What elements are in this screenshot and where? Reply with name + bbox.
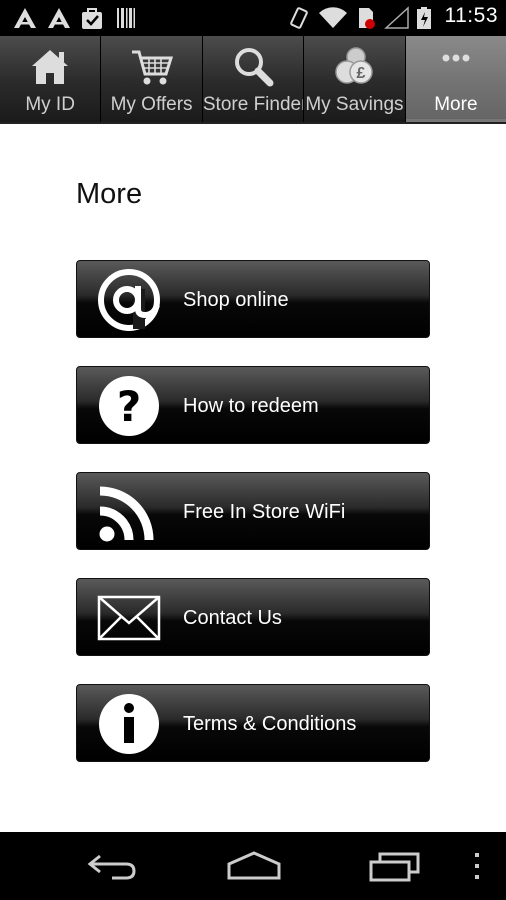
svg-text:£: £ [357, 65, 366, 82]
vibrate-icon [290, 7, 308, 29]
menu-label: Free In Store WiFi [183, 501, 346, 523]
svg-text:?: ? [117, 382, 141, 431]
tab-label: My Savings [305, 94, 404, 115]
how-to-redeem-button[interactable]: ? How to redeem [76, 366, 430, 444]
menu-label: Shop online [183, 289, 289, 311]
tab-label: Store Finder [202, 94, 304, 115]
notification-a-icon [48, 8, 70, 28]
contact-us-button[interactable]: Contact Us [76, 578, 430, 656]
home-nav-icon[interactable] [226, 850, 282, 882]
home-icon [32, 50, 69, 84]
tab-label: My ID [25, 94, 75, 115]
tab-store-finder[interactable]: Store Finder [202, 36, 304, 122]
bag-icon [82, 8, 102, 29]
shop-online-button[interactable]: Shop online [76, 260, 430, 338]
tab-label: My Offers [110, 94, 193, 115]
overflow-menu-icon[interactable] [470, 850, 484, 882]
system-nav-bar [0, 832, 506, 900]
menu-label: Contact Us [183, 607, 282, 629]
notification-a-icon [14, 8, 36, 28]
battery-icon [417, 7, 431, 29]
tab-more[interactable]: More [405, 36, 506, 122]
signal-icon [384, 6, 409, 29]
wifi-icon [319, 7, 347, 29]
tab-my-id[interactable]: My ID [0, 36, 101, 122]
question-icon: ? [99, 376, 159, 436]
menu-label: Terms & Conditions [183, 713, 357, 735]
page-title: More [76, 178, 143, 210]
coins-icon: £ [335, 47, 374, 84]
recent-apps-icon[interactable] [368, 850, 422, 882]
barcode-icon [117, 8, 135, 28]
back-icon[interactable] [86, 850, 138, 882]
info-icon [99, 694, 159, 754]
tab-bar: My ID My Offers Store Finder £ My Saving… [0, 36, 506, 124]
status-bar: 11:53 [0, 0, 506, 36]
menu-label: How to redeem [183, 395, 319, 417]
envelope-icon [97, 595, 161, 641]
at-icon [98, 269, 160, 331]
terms-conditions-button[interactable]: Terms & Conditions [76, 684, 430, 762]
magnifier-icon [235, 48, 274, 87]
clock: 11:53 [444, 4, 498, 27]
tab-my-offers[interactable]: My Offers [101, 36, 202, 122]
free-wifi-button[interactable]: Free In Store WiFi [76, 472, 430, 550]
rss-wifi-icon [99, 486, 154, 542]
sim-alert-icon [359, 8, 375, 29]
tab-label: More [434, 94, 478, 115]
tab-my-savings[interactable]: £ My Savings [304, 36, 405, 122]
more-dots-icon [442, 54, 470, 62]
cart-icon [131, 50, 173, 85]
